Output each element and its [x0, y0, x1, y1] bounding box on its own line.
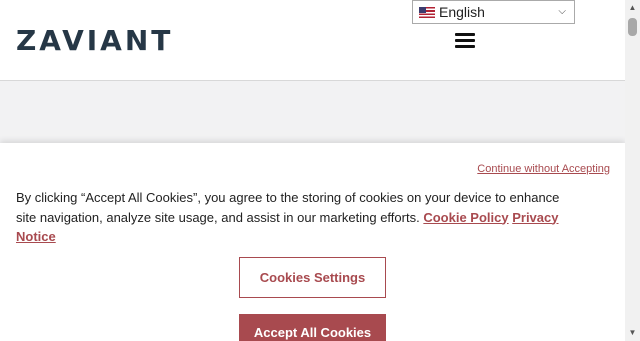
us-flag-icon — [419, 6, 435, 18]
cookie-policy-link[interactable]: Cookie Policy — [423, 210, 508, 225]
page-content-area — [0, 81, 625, 143]
cookie-banner: Continue without Accepting By clicking “… — [0, 143, 625, 341]
scrollbar-thumb[interactable] — [628, 18, 637, 36]
cookies-settings-button[interactable]: Cookies Settings — [239, 257, 386, 298]
language-label: English — [439, 4, 485, 20]
continue-without-accepting-link[interactable]: Continue without Accepting — [477, 163, 610, 175]
scroll-down-arrow-icon[interactable]: ▼ — [625, 325, 640, 341]
zaviant-logo[interactable]: ZAVIANT — [16, 26, 173, 56]
language-selector[interactable]: English ⌵ — [412, 0, 575, 24]
chevron-down-icon: ⌵ — [558, 6, 566, 17]
accept-all-cookies-button[interactable]: Accept All Cookies — [239, 314, 386, 341]
vertical-scrollbar[interactable]: ▲ ▼ — [625, 0, 640, 341]
cookie-notice-text: By clicking “Accept All Cookies”, you ag… — [16, 188, 576, 247]
scroll-up-arrow-icon[interactable]: ▲ — [625, 0, 640, 16]
hamburger-menu-icon[interactable] — [455, 33, 475, 48]
